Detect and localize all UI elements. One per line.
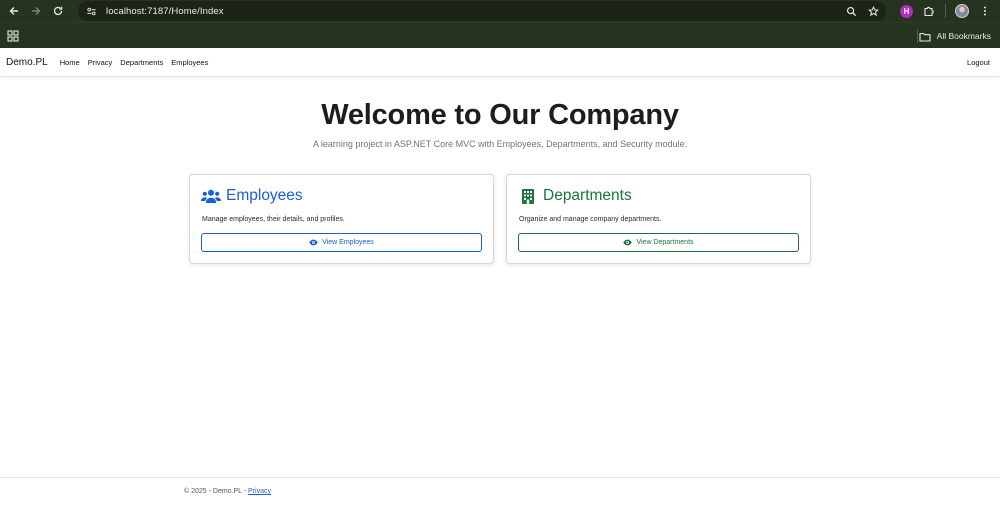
back-button[interactable] — [3, 0, 25, 22]
reload-icon — [53, 6, 63, 16]
arrow-right-icon — [32, 7, 41, 15]
site-settings-icon[interactable] — [84, 4, 98, 18]
page-subtitle: A learning project in ASP.NET Core MVC w… — [312, 139, 688, 149]
more-menu-icon[interactable] — [978, 4, 992, 18]
all-bookmarks-button[interactable]: All Bookmarks — [919, 23, 991, 49]
footer-privacy-link[interactable]: Privacy — [248, 488, 271, 495]
nav-link-privacy[interactable]: Privacy — [88, 58, 113, 67]
reload-button[interactable] — [47, 0, 69, 22]
view-employees-button[interactable]: View Employees — [201, 233, 482, 252]
view-departments-label: View Departments — [636, 239, 694, 246]
extension-h-icon[interactable]: H — [900, 4, 913, 18]
app-navbar: Demo.PL Home Privacy Departments Employe… — [0, 48, 1000, 77]
url-text[interactable]: localhost:7187/Home/Index — [106, 6, 224, 17]
eye-icon — [623, 239, 633, 246]
logout-link[interactable]: Logout — [967, 58, 990, 67]
forward-button[interactable] — [25, 0, 47, 22]
eye-icon — [309, 239, 318, 246]
page-title: Welcome to Our Company — [321, 99, 679, 131]
nav-link-employees[interactable]: Employees — [171, 58, 208, 67]
departments-card: Departments Organize and manage company … — [506, 174, 811, 264]
view-departments-button[interactable]: View Departments — [518, 233, 799, 252]
toolbar-divider — [945, 4, 946, 18]
nav-link-departments[interactable]: Departments — [120, 58, 163, 67]
employees-card-text: Manage employees, their details, and pro… — [202, 216, 345, 223]
address-bar[interactable]: localhost:7187/Home/Index — [78, 1, 886, 21]
view-employees-label: View Employees — [322, 239, 374, 246]
folder-icon — [919, 30, 931, 42]
browser-toolbar: localhost:7187/Home/Index H — [0, 0, 1000, 22]
all-bookmarks-label: All Bookmarks — [936, 31, 991, 41]
nav-links: Home Privacy Departments Employees — [60, 58, 209, 67]
building-icon — [518, 187, 538, 205]
employees-card-title: Employees — [226, 187, 303, 204]
bookmark-star-icon[interactable] — [866, 4, 880, 18]
footer-copyright: © 2025 - Demo.PL - — [184, 488, 249, 495]
page-footer: © 2025 - Demo.PL - Privacy — [0, 477, 1000, 506]
departments-card-text: Organize and manage company departments. — [519, 216, 662, 223]
extensions-puzzle-icon[interactable] — [922, 4, 936, 18]
nav-link-home[interactable]: Home — [60, 58, 80, 67]
profile-avatar[interactable] — [955, 4, 969, 18]
users-icon — [201, 187, 221, 205]
footer-text: © 2025 - Demo.PL - Privacy — [184, 488, 271, 495]
arrow-left-icon — [9, 7, 18, 15]
employees-card: Employees Manage employees, their detail… — [189, 174, 494, 264]
zoom-icon[interactable] — [844, 4, 858, 18]
departments-card-title: Departments — [543, 187, 632, 204]
apps-grid-icon[interactable] — [7, 29, 19, 42]
navbar-brand[interactable]: Demo.PL — [6, 57, 48, 68]
bookmarks-bar: All Bookmarks — [0, 22, 1000, 48]
